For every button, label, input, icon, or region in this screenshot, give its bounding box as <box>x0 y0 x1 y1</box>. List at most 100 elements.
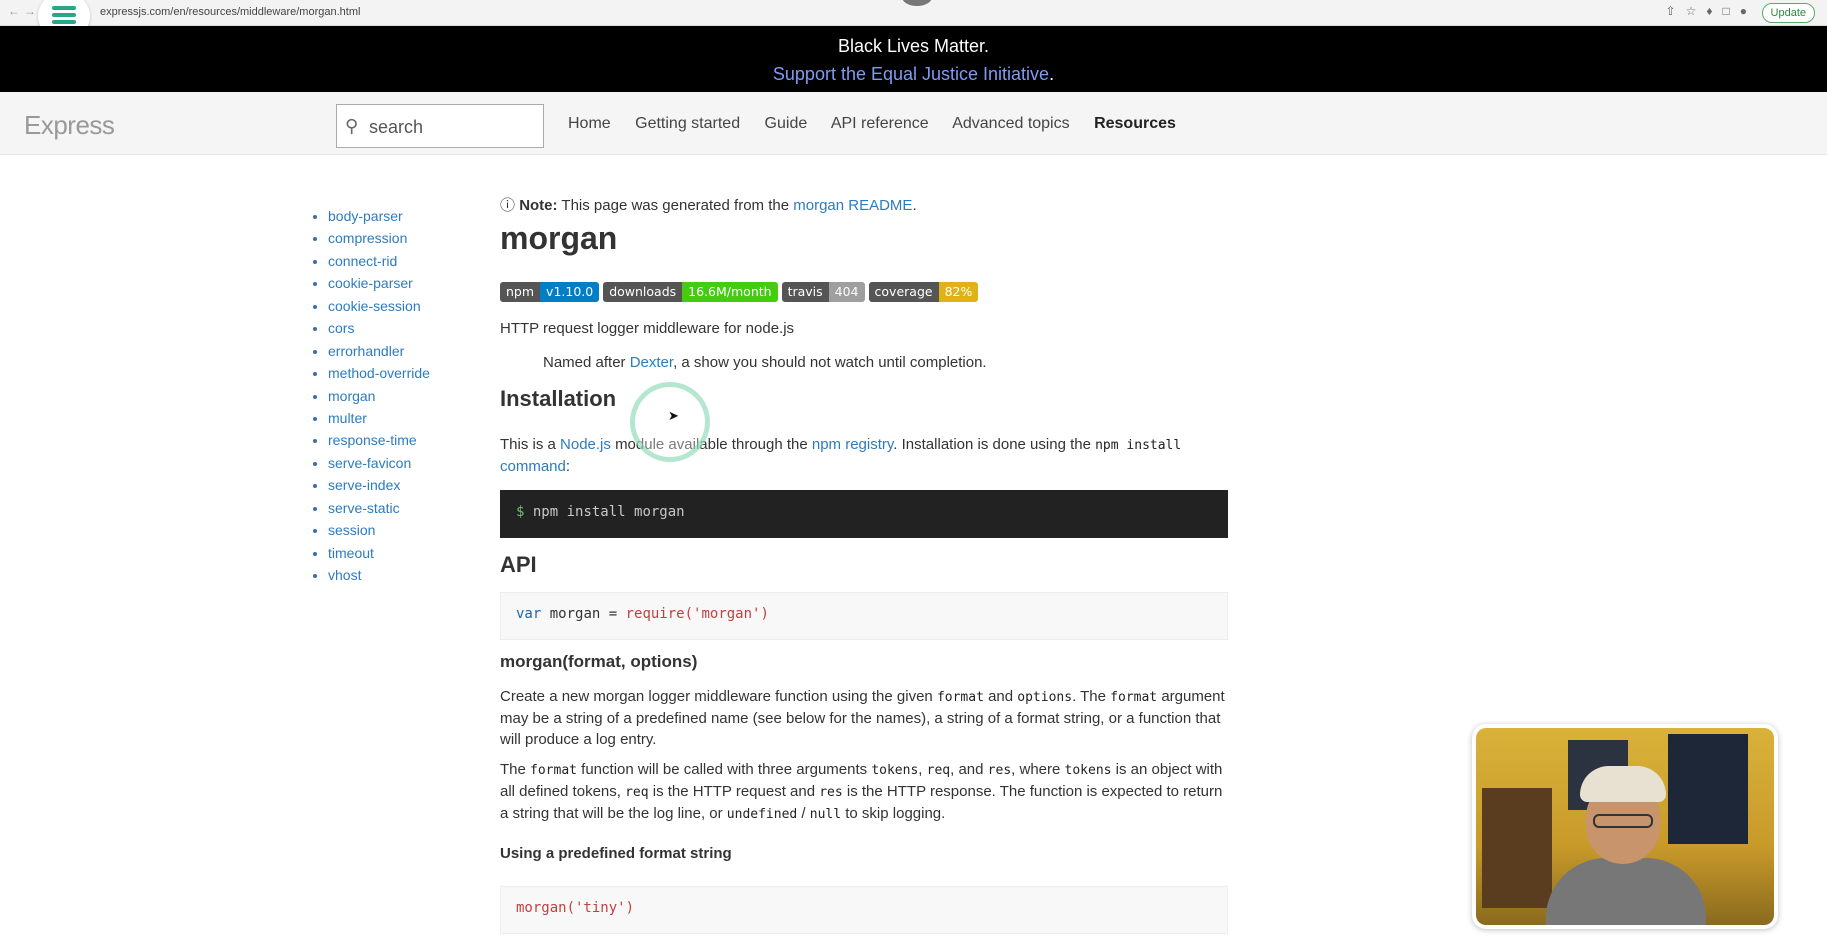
package-description: HTTP request logger middleware for node.… <box>500 320 795 337</box>
mouse-cursor-icon: ➤ <box>668 408 679 423</box>
sidebar-link[interactable]: cors <box>328 320 354 336</box>
quote-pre: Named after <box>543 354 626 371</box>
sidebar-link[interactable]: multer <box>328 410 367 426</box>
badge-value: v1.10.0 <box>540 282 600 302</box>
sidebar-item-errorhandler: errorhandler <box>328 340 430 362</box>
badge-value: 404 <box>828 282 865 302</box>
dexter-link[interactable]: Dexter <box>630 354 673 371</box>
api-heading: API <box>500 552 537 577</box>
badge-key: npm <box>500 282 541 302</box>
webcam-video <box>1476 728 1774 925</box>
eji-link[interactable]: Support the Equal Justice Initiative <box>773 64 1049 84</box>
quote-post: , a show you should not watch until comp… <box>673 354 987 371</box>
badge-key: coverage <box>868 282 939 302</box>
nav-getting-started[interactable]: Getting started <box>635 115 740 132</box>
sidebar-icon[interactable]: □ <box>1723 4 1740 18</box>
sidebar-link[interactable]: method-override <box>328 365 430 381</box>
webcam-overlay <box>1472 724 1778 929</box>
badge-npm[interactable]: npm v1.10.0 <box>500 282 600 302</box>
badge-value: 82% <box>938 282 979 302</box>
npm-registry-link[interactable]: npm registry <box>812 436 893 453</box>
search-box[interactable]: ⚲ <box>336 104 544 148</box>
blockquote: Named after Dexter, a show you should no… <box>543 354 987 371</box>
address-bar[interactable]: expressjs.com/en/resources/middleware/mo… <box>100 6 360 18</box>
nav-home[interactable]: Home <box>568 115 611 132</box>
note-text: This page was generated from the <box>561 197 790 214</box>
announcement-banner: Black Lives Matter. Support the Equal Ju… <box>0 26 1827 92</box>
badge-key: travis <box>781 282 829 302</box>
tiny-code-block[interactable]: morgan('tiny') <box>500 886 1228 934</box>
function-description: Create a new morgan logger middleware fu… <box>500 688 1225 748</box>
badge-downloads[interactable]: downloads 16.6M/month <box>603 282 778 302</box>
sidebar-item-vhost: vhost <box>328 564 430 586</box>
browser-chrome: ← → expressjs.com/en/resources/middlewar… <box>0 0 1827 40</box>
code-keyword: var <box>516 606 542 622</box>
sidebar-item-method-override: method-override <box>328 362 430 384</box>
install-command: npm install morgan <box>532 504 685 520</box>
toolbar-icons[interactable]: ⇧☆♦□● <box>1666 4 1757 18</box>
function-heading: morgan(format, options) <box>500 652 698 671</box>
sidebar-item-timeout: timeout <box>328 542 430 564</box>
installation-text: This is a Node.js module available throu… <box>500 436 1182 475</box>
forward-icon[interactable]: → <box>24 4 36 18</box>
extension-icon[interactable]: ♦ <box>1706 4 1722 18</box>
shell-prompt: $ <box>516 504 525 520</box>
announcement-link-line: Support the Equal Justice Initiative. <box>0 64 1827 85</box>
search-input[interactable] <box>367 115 541 139</box>
install-command-link[interactable]: command <box>500 458 566 475</box>
sidebar-item-serve-static: serve-static <box>328 497 430 519</box>
sidebar-link[interactable]: morgan <box>328 388 375 404</box>
sidebar-link[interactable]: timeout <box>328 545 374 561</box>
code-string: ('tiny') <box>566 900 635 916</box>
search-icon: ⚲ <box>345 116 359 136</box>
info-icon: ⓘ <box>500 197 516 214</box>
sidebar-link[interactable]: errorhandler <box>328 343 404 359</box>
nav-resources[interactable]: Resources <box>1094 115 1176 132</box>
update-button[interactable]: Update <box>1761 3 1815 23</box>
sidebar-link[interactable]: response-time <box>328 432 417 448</box>
sidebar-item-serve-index: serve-index <box>328 474 430 496</box>
back-icon[interactable]: ← <box>8 4 20 18</box>
sidebar-link[interactable]: session <box>328 522 375 538</box>
require-code-block[interactable]: var morgan = require('morgan') <box>500 592 1228 640</box>
nav-api-reference[interactable]: API reference <box>831 115 929 132</box>
badge-travis[interactable]: travis 404 <box>781 282 865 302</box>
badge-row: npm v1.10.0 downloads 16.6M/month travis 404 c… <box>500 282 979 302</box>
sidebar-item-body-parser: body-parser <box>328 205 430 227</box>
express-logo[interactable]: Express <box>24 110 115 141</box>
install-code-block[interactable]: $ npm install morgan <box>500 490 1228 538</box>
badge-value: 16.6M/month <box>682 282 778 302</box>
inline-code: npm install <box>1095 438 1182 453</box>
sidebar-link[interactable]: cookie-session <box>328 298 421 314</box>
note-label: Note: <box>519 197 558 214</box>
nav-advanced-topics[interactable]: Advanced topics <box>952 115 1069 132</box>
note-end: . <box>912 197 917 214</box>
sidebar-link[interactable]: serve-index <box>328 477 400 493</box>
sidebar-item-serve-favicon: serve-favicon <box>328 452 430 474</box>
sidebar-link[interactable]: cookie-parser <box>328 275 413 291</box>
nodejs-link[interactable]: Node.js <box>560 436 611 453</box>
sidebar-link[interactable]: connect-rid <box>328 253 397 269</box>
sidebar-link[interactable]: vhost <box>328 567 361 583</box>
nav-guide[interactable]: Guide <box>765 115 808 132</box>
sidebar-link[interactable]: body-parser <box>328 208 403 224</box>
sidebar-link[interactable]: serve-favicon <box>328 455 411 471</box>
share-icon[interactable]: ⇧ <box>1666 4 1686 18</box>
code-function: morgan <box>516 900 567 916</box>
badge-coverage[interactable]: coverage 82% <box>868 282 979 302</box>
sidebar-item-cookie-session: cookie-session <box>328 295 430 317</box>
star-icon[interactable]: ☆ <box>1686 4 1707 18</box>
badge-key: downloads <box>603 282 683 302</box>
site-header: Express ⚲ Home Getting started Guide API… <box>0 92 1827 155</box>
sidebar-link[interactable]: serve-static <box>328 500 400 516</box>
sidebar-item-response-time: response-time <box>328 429 430 451</box>
sidebar-item-session: session <box>328 519 430 541</box>
sidebar-link[interactable]: compression <box>328 230 407 246</box>
sidebar-item-cors: cors <box>328 317 430 339</box>
sidebar-item-connect-rid: connect-rid <box>328 250 430 272</box>
announcement-line: Black Lives Matter. <box>837 36 990 56</box>
code-text: morgan = <box>541 606 626 622</box>
profile-icon[interactable]: ● <box>1740 4 1757 18</box>
predefined-format-heading: Using a predefined format string <box>500 845 732 862</box>
readme-link[interactable]: morgan README <box>793 197 912 214</box>
